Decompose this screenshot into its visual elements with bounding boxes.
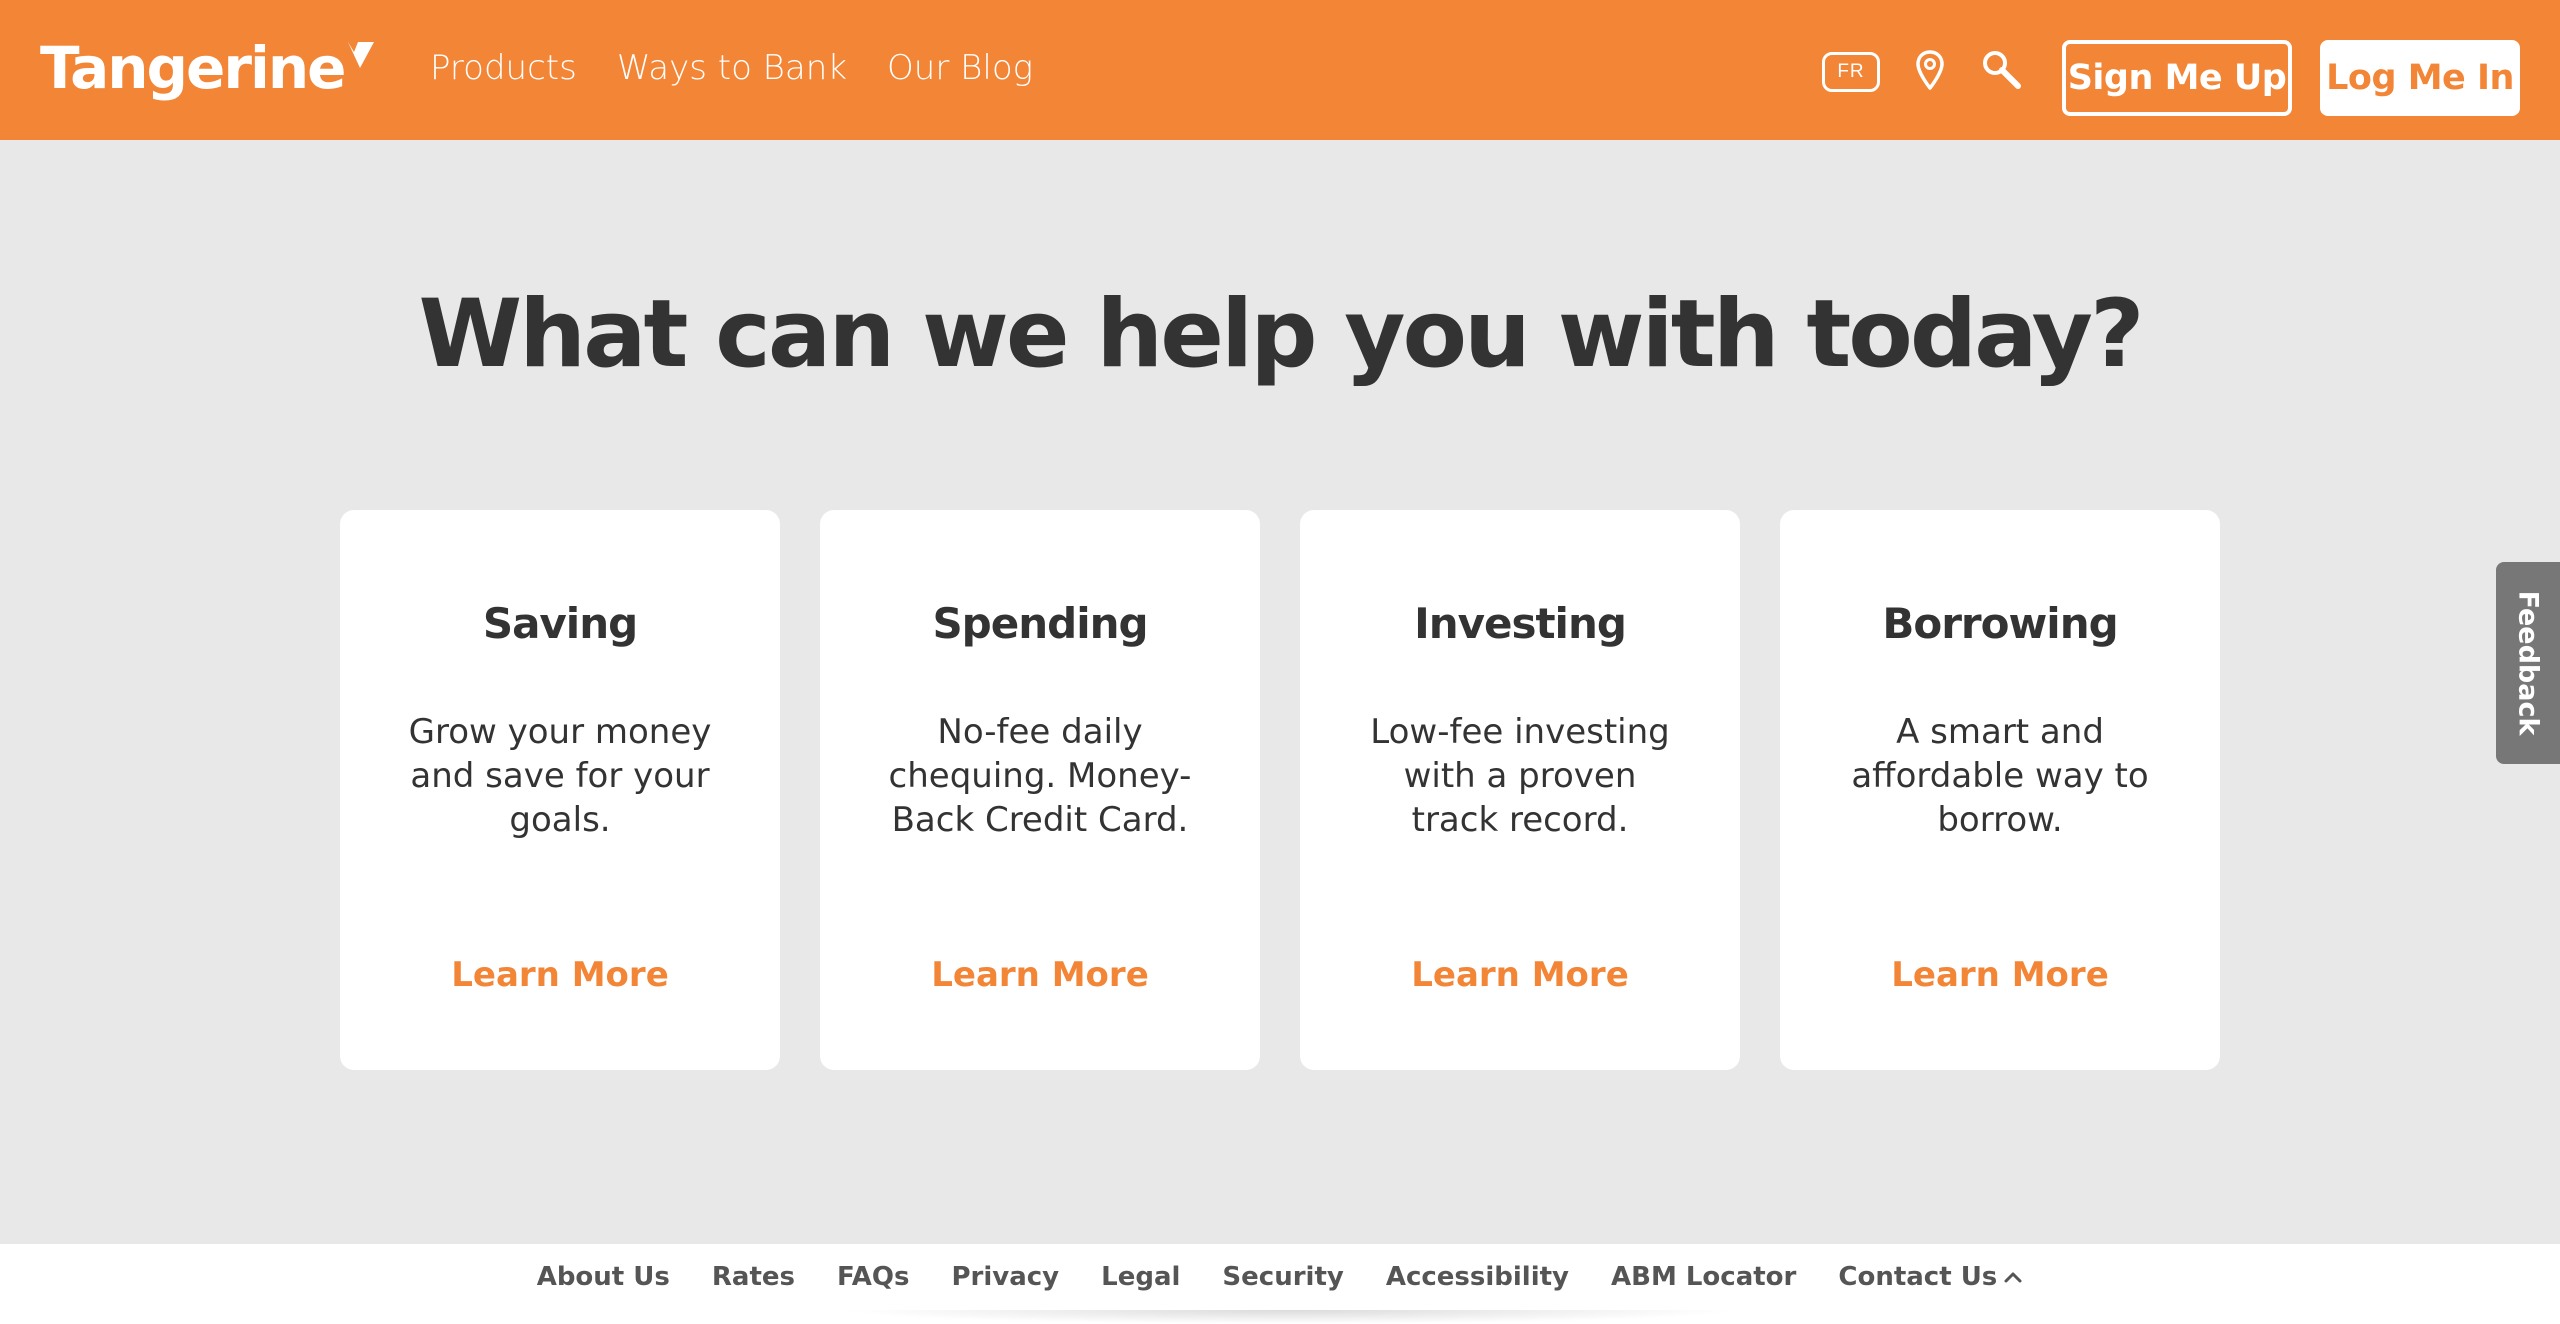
footer-link-contact-us: Contact Us bbox=[1838, 1262, 1998, 1292]
card-investing: Investing Low-fee investing with a prove… bbox=[1300, 510, 1740, 1070]
card-title: Saving bbox=[482, 599, 638, 648]
footer-contact-us[interactable]: Contact Us bbox=[1838, 1262, 2023, 1292]
language-toggle-button[interactable]: FR bbox=[1822, 52, 1880, 92]
nav-ways-to-bank[interactable]: Ways to Bank bbox=[617, 46, 847, 90]
card-spending: Spending No-fee daily chequing. Money-Ba… bbox=[820, 510, 1260, 1070]
footer-link-rates[interactable]: Rates bbox=[712, 1262, 795, 1292]
sign-up-button[interactable]: Sign Me Up bbox=[2062, 40, 2292, 116]
learn-more-link-investing[interactable]: Learn More bbox=[1300, 950, 1740, 1000]
tangerine-logo[interactable]: Tangerine bbox=[40, 34, 376, 104]
learn-more-link-spending[interactable]: Learn More bbox=[820, 950, 1260, 1000]
learn-more-link-borrowing[interactable]: Learn More bbox=[1780, 950, 2220, 1000]
footer-link-faqs[interactable]: FAQs bbox=[837, 1262, 909, 1292]
logo-mark-icon bbox=[348, 42, 375, 68]
card-borrowing: Borrowing A smart and affordable way to … bbox=[1780, 510, 2220, 1070]
footer-link-legal[interactable]: Legal bbox=[1101, 1262, 1180, 1292]
chevron-up-icon bbox=[2004, 1272, 2022, 1283]
card-title: Borrowing bbox=[1882, 599, 2118, 648]
search-icon[interactable] bbox=[1980, 48, 2024, 92]
footer-shadow bbox=[840, 1310, 1740, 1324]
logo-text: Tangerine bbox=[40, 34, 346, 102]
footer-link-privacy[interactable]: Privacy bbox=[951, 1262, 1059, 1292]
card-saving: Saving Grow your money and save for your… bbox=[340, 510, 780, 1070]
category-cards: Saving Grow your money and save for your… bbox=[340, 510, 2220, 1070]
footer-link-security[interactable]: Security bbox=[1222, 1262, 1343, 1292]
feedback-tab[interactable]: Feedback bbox=[2496, 562, 2560, 764]
footer-link-accessibility[interactable]: Accessibility bbox=[1386, 1262, 1569, 1292]
card-description: No-fee daily chequing. Money-Back Credit… bbox=[888, 712, 1192, 840]
card-title: Spending bbox=[932, 599, 1148, 648]
footer: About Us Rates FAQs Privacy Legal Securi… bbox=[0, 1244, 2560, 1324]
page-title: What can we help you with today? bbox=[418, 280, 2144, 389]
main-nav: Products Ways to Bank Our Blog bbox=[430, 46, 1033, 90]
location-pin-icon[interactable] bbox=[1915, 50, 1945, 92]
card-title: Investing bbox=[1414, 599, 1627, 648]
nav-products[interactable]: Products bbox=[430, 46, 577, 90]
footer-links: About Us Rates FAQs Privacy Legal Securi… bbox=[0, 1244, 2560, 1310]
top-header: Tangerine Products Ways to Bank Our Blog… bbox=[0, 0, 2560, 140]
card-description: A smart and affordable way to borrow. bbox=[1851, 712, 2149, 840]
footer-link-about-us[interactable]: About Us bbox=[537, 1262, 670, 1292]
footer-link-abm-locator[interactable]: ABM Locator bbox=[1611, 1262, 1796, 1292]
feedback-label: Feedback bbox=[2512, 590, 2544, 736]
learn-more-link-saving[interactable]: Learn More bbox=[340, 950, 780, 1000]
nav-our-blog[interactable]: Our Blog bbox=[887, 46, 1033, 90]
card-description: Low-fee investing with a proven track re… bbox=[1370, 712, 1670, 840]
card-description: Grow your money and save for your goals. bbox=[408, 712, 712, 840]
log-in-button[interactable]: Log Me In bbox=[2320, 40, 2520, 116]
